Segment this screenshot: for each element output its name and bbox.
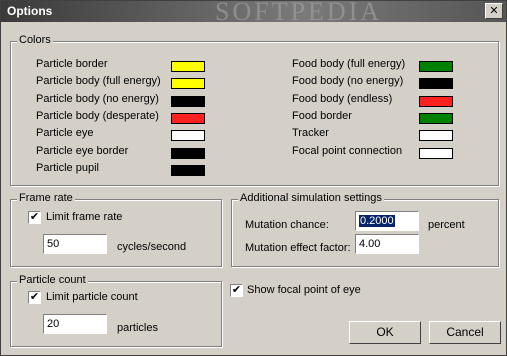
color-label: Food body (full energy) — [292, 58, 406, 70]
color-swatch-particle-body-desperate[interactable] — [171, 113, 205, 124]
limit-particle-count-label: Limit particle count — [46, 291, 138, 303]
color-row-tracker: Tracker — [292, 125, 329, 141]
color-label: Particle eye border — [36, 145, 129, 157]
color-label: Food body (endless) — [292, 93, 393, 105]
frame-rate-group: Frame rate — [10, 192, 222, 267]
color-label: Particle pupil — [36, 162, 99, 174]
color-label: Particle body (no energy) — [36, 93, 159, 105]
close-button[interactable]: ✕ — [485, 3, 503, 19]
color-swatch-particle-border[interactable] — [171, 61, 205, 72]
limit-frame-rate-checkbox[interactable]: ✔ — [28, 211, 41, 224]
ok-button[interactable]: OK — [349, 321, 421, 344]
color-label: Tracker — [292, 127, 329, 139]
mutation-chance-input[interactable]: 0.2000 — [355, 211, 419, 231]
color-row-particle-eye-border: Particle eye border — [36, 143, 128, 159]
color-swatch-tracker[interactable] — [419, 130, 453, 141]
color-label: Focal point connection — [292, 145, 403, 157]
color-row-food-body-endless: Food body (endless) — [292, 91, 392, 107]
color-swatch-particle-eye[interactable] — [171, 130, 205, 141]
mutation-chance-label: Mutation chance: — [245, 219, 329, 231]
frame-rate-input[interactable]: 50 — [43, 234, 107, 254]
particle-count-input[interactable]: 20 — [43, 314, 107, 334]
color-swatch-particle-body-full[interactable] — [171, 78, 205, 89]
color-row-particle-border: Particle border — [36, 56, 108, 72]
show-focal-point-label: Show focal point of eye — [247, 284, 361, 296]
color-swatch-particle-body-none[interactable] — [171, 96, 205, 107]
mutation-effect-label: Mutation effect factor: — [245, 242, 351, 254]
color-swatch-particle-eye-border[interactable] — [171, 148, 205, 159]
frame-rate-value: 50 — [47, 238, 60, 250]
cancel-button[interactable]: Cancel — [429, 321, 501, 344]
color-row-food-body-none: Food body (no energy) — [292, 73, 403, 89]
color-label: Food border — [292, 110, 352, 122]
window-title: Options — [7, 4, 53, 18]
color-label: Particle border — [36, 58, 108, 70]
color-swatch-food-body-full[interactable] — [419, 61, 453, 72]
color-row-focal-point-connection: Focal point connection — [292, 143, 402, 159]
color-row-particle-body-full: Particle body (full energy) — [36, 73, 161, 89]
options-dialog: Options SOFTPEDIA ✕ Colors Particle bord… — [0, 0, 507, 356]
color-swatch-particle-pupil[interactable] — [171, 165, 205, 176]
color-swatch-focal-point-connection[interactable] — [419, 148, 453, 159]
color-row-particle-body-desperate: Particle body (desperate) — [36, 108, 159, 124]
color-label: Particle eye — [36, 127, 94, 139]
colors-legend: Colors — [17, 34, 53, 46]
simulation-group: Additional simulation settings — [231, 192, 499, 267]
limit-particle-count-checkbox[interactable]: ✔ — [28, 291, 41, 304]
color-swatch-food-body-endless[interactable] — [419, 96, 453, 107]
show-focal-point-checkbox[interactable]: ✔ — [230, 284, 243, 297]
particle-count-legend: Particle count — [17, 274, 88, 286]
color-row-particle-pupil: Particle pupil — [36, 160, 99, 176]
frame-rate-legend: Frame rate — [17, 192, 75, 204]
color-row-food-border: Food border — [292, 108, 352, 124]
mutation-chance-value: 0.2000 — [359, 215, 395, 227]
title-bar[interactable]: Options SOFTPEDIA ✕ — [1, 0, 506, 26]
color-row-food-body-full: Food body (full energy) — [292, 56, 405, 72]
frame-rate-unit: cycles/second — [117, 241, 187, 253]
color-label: Particle body (full energy) — [36, 75, 161, 87]
color-swatch-food-body-none[interactable] — [419, 78, 453, 89]
particle-count-unit: particles — [117, 322, 158, 334]
limit-frame-rate-label: Limit frame rate — [46, 211, 123, 223]
mutation-chance-unit: percent — [428, 219, 465, 231]
color-label: Food body (no energy) — [292, 75, 404, 87]
color-row-particle-body-none: Particle body (no energy) — [36, 91, 159, 107]
color-swatch-food-border[interactable] — [419, 113, 453, 124]
particle-count-value: 20 — [47, 318, 60, 330]
simulation-legend: Additional simulation settings — [238, 192, 384, 204]
mutation-effect-input[interactable]: 4.00 — [355, 234, 419, 254]
color-label: Particle body (desperate) — [36, 110, 159, 122]
watermark: SOFTPEDIA — [215, 0, 383, 26]
mutation-effect-value: 4.00 — [359, 238, 381, 250]
color-row-particle-eye: Particle eye — [36, 125, 93, 141]
